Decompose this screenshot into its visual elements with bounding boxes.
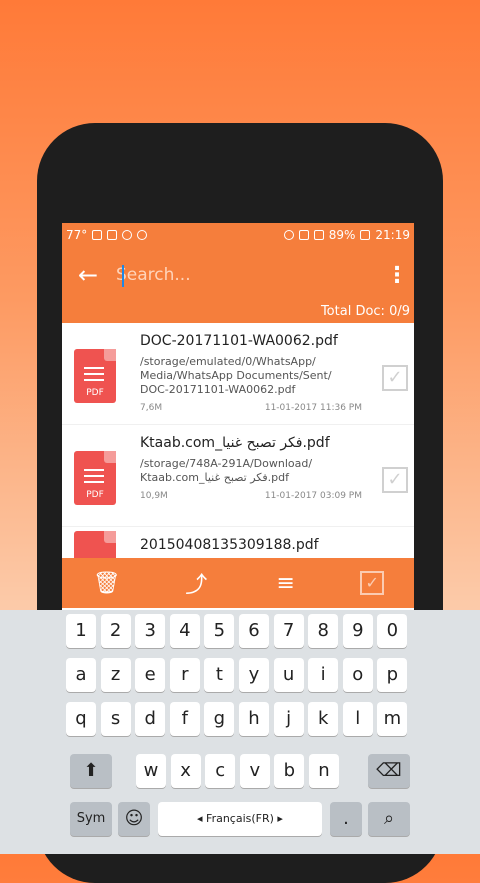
emoji-key[interactable]: ☺ xyxy=(118,802,150,836)
key-4[interactable]: 4 xyxy=(169,614,200,648)
delete-icon[interactable]: 🗑 xyxy=(92,571,122,596)
letter-row-3: ⬆ ⌫ wxcvbn xyxy=(0,754,480,790)
mail-notification-icon xyxy=(107,230,118,240)
key-o[interactable]: o xyxy=(342,658,373,692)
key-j[interactable]: j xyxy=(273,702,304,736)
file-size: 7,6M xyxy=(140,403,163,413)
key-n[interactable]: n xyxy=(309,754,339,788)
letter-row-2: qsdfghjklm xyxy=(0,702,480,738)
pdf-file-icon: PDF xyxy=(74,451,116,505)
signal-icon xyxy=(313,230,324,240)
total-docs-label: Total Doc: 0/9 xyxy=(62,303,414,323)
key-u[interactable]: u xyxy=(273,658,304,692)
overflow-menu-icon[interactable]: ⋮ xyxy=(386,263,408,288)
key-t[interactable]: t xyxy=(204,658,235,692)
gallery-notification-icon xyxy=(92,230,103,240)
letter-row-1: azertyuiop xyxy=(0,658,480,694)
key-7[interactable]: 7 xyxy=(273,614,304,648)
key-y[interactable]: y xyxy=(239,658,269,692)
select-checkbox[interactable]: ✓ xyxy=(382,365,408,391)
file-list: PDF DOC-20171101-WA0062.pdf /storage/emu… xyxy=(62,323,414,561)
sync-notification-icon xyxy=(137,230,148,240)
pdf-file-icon xyxy=(74,531,116,561)
period-key[interactable]: . xyxy=(330,802,362,836)
select-checkbox[interactable]: ✓ xyxy=(382,467,408,493)
key-z[interactable]: z xyxy=(100,658,131,692)
key-1[interactable]: 1 xyxy=(66,614,96,648)
share-icon[interactable]: ⤴ xyxy=(181,567,211,599)
key-c[interactable]: c xyxy=(205,754,236,788)
key-5[interactable]: 5 xyxy=(204,614,235,648)
key-e[interactable]: e xyxy=(135,658,166,692)
bottom-row: Sym ☺ ◂ Français(FR) ▸ . ⌕ xyxy=(0,802,480,838)
key-b[interactable]: b xyxy=(274,754,305,788)
status-bar: 77° 89% 21:19 xyxy=(62,223,414,247)
file-name: 20150408135309188.pdf xyxy=(140,537,319,553)
sym-key[interactable]: Sym xyxy=(70,802,112,836)
key-0[interactable]: 0 xyxy=(377,614,408,648)
pdf-file-icon: PDF xyxy=(74,349,116,403)
key-i[interactable]: i xyxy=(308,658,339,692)
key-g[interactable]: g xyxy=(204,702,235,736)
clock: 21:19 xyxy=(375,228,410,242)
sort-icon[interactable]: ≡ xyxy=(271,571,301,596)
backspace-key[interactable]: ⌫ xyxy=(368,754,410,788)
file-date: 11-01-2017 03:09 PM xyxy=(264,491,362,501)
key-6[interactable]: 6 xyxy=(239,614,269,648)
file-name: DOC-20171101-WA0062.pdf xyxy=(140,333,338,349)
list-item[interactable]: PDF Ktaab.com_فكر تصبح غنيا.pdf /storage… xyxy=(62,425,414,527)
temperature-text: 77° xyxy=(66,228,88,242)
key-3[interactable]: 3 xyxy=(135,614,166,648)
key-w[interactable]: w xyxy=(136,754,166,788)
shift-key[interactable]: ⬆ xyxy=(70,754,112,788)
text-cursor xyxy=(122,265,124,287)
search-key-icon[interactable]: ⌕ xyxy=(368,802,410,836)
alarm-icon xyxy=(283,230,294,240)
key-l[interactable]: l xyxy=(342,702,373,736)
key-a[interactable]: a xyxy=(66,658,96,692)
file-size: 10,9M xyxy=(140,491,168,501)
select-all-icon[interactable]: ✓ xyxy=(360,571,385,595)
search-input[interactable] xyxy=(106,257,386,293)
file-path: /storage/748A-291A/Download/ Ktaab.com_ف… xyxy=(140,457,313,484)
key-s[interactable]: s xyxy=(100,702,131,736)
chevron-right-icon: ▸ xyxy=(273,812,283,825)
back-arrow-icon[interactable]: ← xyxy=(70,261,106,289)
key-p[interactable]: p xyxy=(377,658,408,692)
action-bar: 🗑 ⤴ ≡ ✓ xyxy=(62,558,414,608)
list-item[interactable]: PDF DOC-20171101-WA0062.pdf /storage/emu… xyxy=(62,323,414,425)
key-2[interactable]: 2 xyxy=(100,614,131,648)
list-item[interactable]: 20150408135309188.pdf xyxy=(62,527,414,561)
key-x[interactable]: x xyxy=(170,754,201,788)
key-f[interactable]: f xyxy=(169,702,200,736)
key-k[interactable]: k xyxy=(308,702,339,736)
app-notification-icon xyxy=(122,230,133,240)
key-h[interactable]: h xyxy=(239,702,269,736)
file-name: Ktaab.com_فكر تصبح غنيا.pdf xyxy=(140,435,330,451)
key-m[interactable]: m xyxy=(377,702,408,736)
key-8[interactable]: 8 xyxy=(308,614,339,648)
file-path: /storage/emulated/0/WhatsApp/ Media/What… xyxy=(140,355,332,396)
number-row: 1234567890 xyxy=(0,614,480,650)
keyboard: 1234567890 azertyuiop qsdfghjklm ⬆ ⌫ wxc… xyxy=(0,610,480,854)
battery-percent: 89% xyxy=(328,228,356,242)
key-r[interactable]: r xyxy=(169,658,200,692)
space-key[interactable]: ◂ Français(FR) ▸ xyxy=(158,802,322,836)
battery-icon xyxy=(360,230,371,240)
vibrate-icon xyxy=(298,230,309,240)
chevron-left-icon: ◂ xyxy=(197,812,207,825)
app-bar: ← ⋮ xyxy=(62,247,414,303)
file-date: 11-01-2017 11:36 PM xyxy=(264,403,362,413)
key-9[interactable]: 9 xyxy=(342,614,373,648)
key-d[interactable]: d xyxy=(135,702,166,736)
key-v[interactable]: v xyxy=(239,754,270,788)
key-q[interactable]: q xyxy=(66,702,96,736)
